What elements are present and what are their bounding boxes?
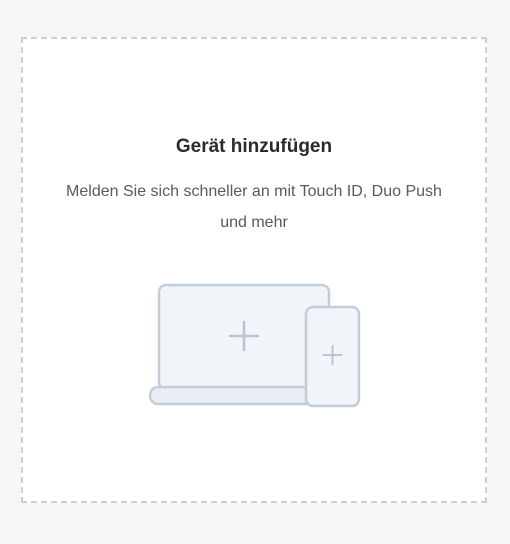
add-device-card[interactable]: Gerät hinzufügen Melden Sie sich schnell… — [21, 37, 487, 503]
laptop-and-phone-add-icon — [149, 283, 361, 408]
add-device-description: Melden Sie sich schneller an mit Touch I… — [66, 183, 442, 231]
add-device-title: Gerät hinzufügen — [175, 136, 333, 157]
